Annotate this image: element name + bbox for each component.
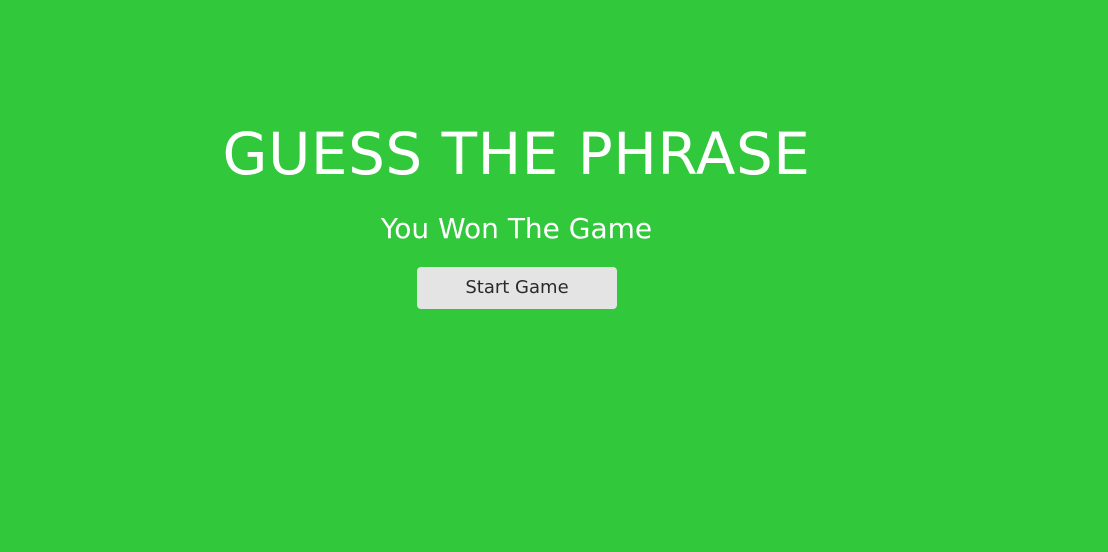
- start-game-button[interactable]: Start Game: [417, 267, 617, 309]
- game-title: GUESS THE PHRASE: [222, 120, 811, 188]
- result-message: You Won The Game: [380, 212, 653, 245]
- win-overlay: GUESS THE PHRASE You Won The Game Start …: [0, 0, 1033, 552]
